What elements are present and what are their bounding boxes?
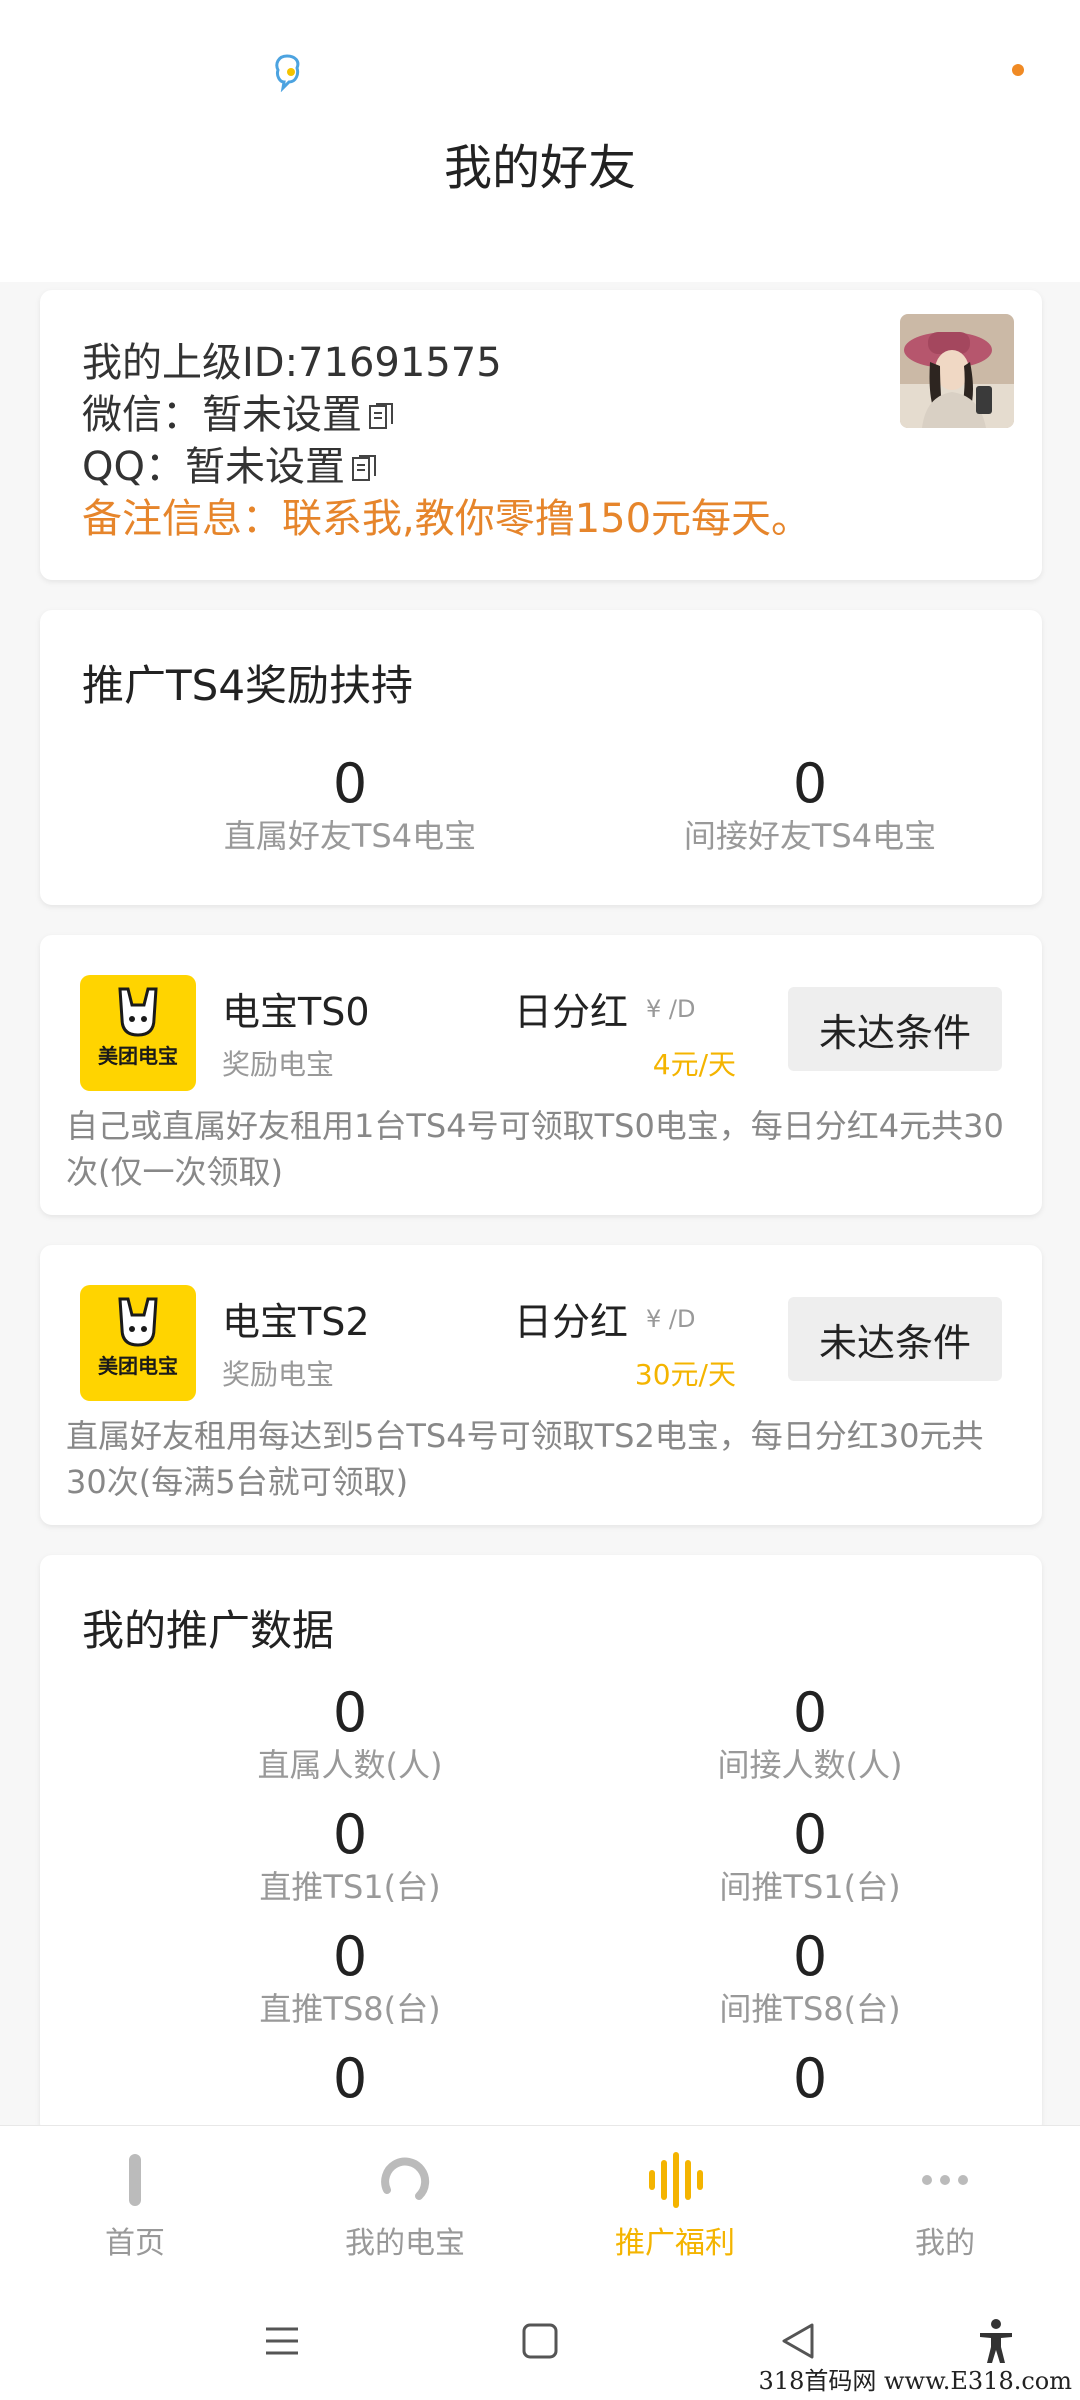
system-nav-bar: 318首码网 www.E318.com xyxy=(0,2287,1080,2400)
upline-card: 我的上级ID:71691575 微信：暂未设置 QQ：暂未设置 备注信息：联系我… xyxy=(40,290,1042,580)
meituan-dianbao-logo: 美团电宝 xyxy=(80,1285,196,1401)
stat-label: 直推TS1(台) xyxy=(259,1868,441,1906)
stat-indirect-ts1: 0 间推TS1(台) xyxy=(610,1805,1010,1909)
stat-label: 直属人数(人) xyxy=(257,1746,443,1784)
app-notification-icon xyxy=(275,54,300,92)
stat-value: 0 xyxy=(792,1925,828,1988)
logo-text: 美团电宝 xyxy=(98,1044,178,1068)
stat-indirect-count: 0 间接人数(人) xyxy=(610,1683,1010,1787)
stat-indirect-ts4: 0 间接好友TS4电宝 xyxy=(610,754,1010,858)
upline-wechat-text: 微信：暂未设置 xyxy=(82,392,362,438)
stat-direct-more: 0 xyxy=(150,2049,550,2109)
dividend-amount: 4元/天 xyxy=(652,1048,736,1081)
bottom-nav: 首页 我的电宝 推广福利 我的 xyxy=(0,2125,1080,2288)
card-title: 推广TS4奖励扶持 xyxy=(82,661,414,710)
stat-label: 间接好友TS4电宝 xyxy=(683,817,937,855)
nav-label: 首页 xyxy=(105,2226,165,2261)
dividend-unit: ¥ /D xyxy=(646,1305,696,1333)
upline-note: 备注信息：联系我,教你零撸150元每天。 xyxy=(82,496,812,542)
stat-value: 0 xyxy=(332,2047,368,2110)
nav-label: 推广福利 xyxy=(615,2226,735,2261)
bar-icon xyxy=(129,2154,141,2206)
watermark: 318首码网 www.E318.com xyxy=(758,2367,1072,2395)
stat-value: 0 xyxy=(792,2047,828,2110)
stat-label: 间推TS8(台) xyxy=(719,1990,901,2028)
nav-mine[interactable]: 我的 xyxy=(845,2148,1045,2262)
avatar[interactable] xyxy=(900,314,1014,428)
page-title: 我的好友 xyxy=(443,140,636,196)
stat-label: 间接人数(人) xyxy=(717,1746,903,1784)
dividend-label: 日分红 xyxy=(514,990,629,1034)
dividend-unit: ¥ /D xyxy=(646,995,696,1023)
reward-sub: 奖励电宝 xyxy=(222,1358,335,1391)
stat-value: 0 xyxy=(332,1803,368,1866)
menu-icon[interactable] xyxy=(258,2317,306,2365)
upline-wechat: 微信：暂未设置 xyxy=(82,382,394,440)
status-bar xyxy=(0,0,1080,120)
stat-value: 0 xyxy=(332,1681,368,1744)
copy-icon[interactable] xyxy=(351,454,377,484)
reward-name: 电宝TS2 xyxy=(222,1300,370,1344)
nav-label: 我的电宝 xyxy=(345,2226,465,2261)
stat-direct-ts8: 0 直推TS8(台) xyxy=(150,1927,550,2031)
stat-value: 0 xyxy=(792,1803,828,1866)
upline-qq: QQ：暂未设置 xyxy=(82,434,377,492)
card-title: 我的推广数据 xyxy=(82,1606,335,1655)
reward-card-ts2: 美团电宝 电宝TS2 奖励电宝 日分红 ¥ /D 30元/天 未达条件 直属好友… xyxy=(40,1245,1042,1525)
logo-text: 美团电宝 xyxy=(98,1354,178,1378)
copy-icon[interactable] xyxy=(368,402,394,432)
claim-button[interactable]: 未达条件 xyxy=(788,1297,1002,1381)
home-square-icon[interactable] xyxy=(516,2317,564,2365)
stat-value: 0 xyxy=(792,1681,828,1744)
stat-label: 直推TS8(台) xyxy=(259,1990,441,2028)
status-dot-icon xyxy=(1012,64,1024,76)
nav-home[interactable]: 首页 xyxy=(35,2148,235,2262)
wave-icon xyxy=(649,2152,703,2208)
stat-direct-count: 0 直属人数(人) xyxy=(150,1683,550,1787)
nav-promo-welfare[interactable]: 推广福利 xyxy=(575,2148,775,2262)
stat-label: 间推TS1(台) xyxy=(719,1868,901,1906)
stat-value: 0 xyxy=(332,1925,368,1988)
reward-sub: 奖励电宝 xyxy=(222,1048,335,1081)
nav-label: 我的 xyxy=(915,2226,975,2261)
reward-name: 电宝TS0 xyxy=(222,990,370,1034)
dividend-amount: 30元/天 xyxy=(634,1358,736,1391)
meituan-dianbao-logo: 美团电宝 xyxy=(80,975,196,1091)
stat-value: 0 xyxy=(332,752,368,815)
upline-qq-text: QQ：暂未设置 xyxy=(82,444,345,490)
page-header: 我的好友 xyxy=(0,120,1080,282)
refresh-icon xyxy=(381,2157,430,2200)
reward-description: 直属好友租用每达到5台TS4号可领取TS2电宝，每日分红30元共30次(每满5台… xyxy=(66,1417,984,1501)
stat-label: 直属好友TS4电宝 xyxy=(223,817,477,855)
ts4-support-card: 推广TS4奖励扶持 0 直属好友TS4电宝 0 间接好友TS4电宝 xyxy=(40,610,1042,905)
stat-indirect-more: 0 xyxy=(610,2049,1010,2109)
stat-indirect-ts8: 0 间推TS8(台) xyxy=(610,1927,1010,2031)
upline-id: 我的上级ID:71691575 xyxy=(82,340,502,386)
stat-direct-ts4: 0 直属好友TS4电宝 xyxy=(150,754,550,858)
more-icon xyxy=(922,2175,968,2185)
reward-card-ts0: 美团电宝 电宝TS0 奖励电宝 日分红 ¥ /D 4元/天 未达条件 自己或直属… xyxy=(40,935,1042,1215)
promo-data-card: 我的推广数据 0 直属人数(人) 0 间接人数(人) 0 直推TS1(台) 0 … xyxy=(40,1555,1042,2135)
stat-direct-ts1: 0 直推TS1(台) xyxy=(150,1805,550,1909)
accessibility-icon[interactable] xyxy=(972,2317,1020,2365)
stat-value: 0 xyxy=(792,752,828,815)
back-icon[interactable] xyxy=(774,2317,822,2365)
dividend-label: 日分红 xyxy=(514,1300,629,1344)
reward-description: 自己或直属好友租用1台TS4号可领取TS0电宝，每日分红4元共30次(仅一次领取… xyxy=(66,1107,1004,1191)
claim-button[interactable]: 未达条件 xyxy=(788,987,1002,1071)
nav-my-dianbao[interactable]: 我的电宝 xyxy=(305,2148,505,2262)
